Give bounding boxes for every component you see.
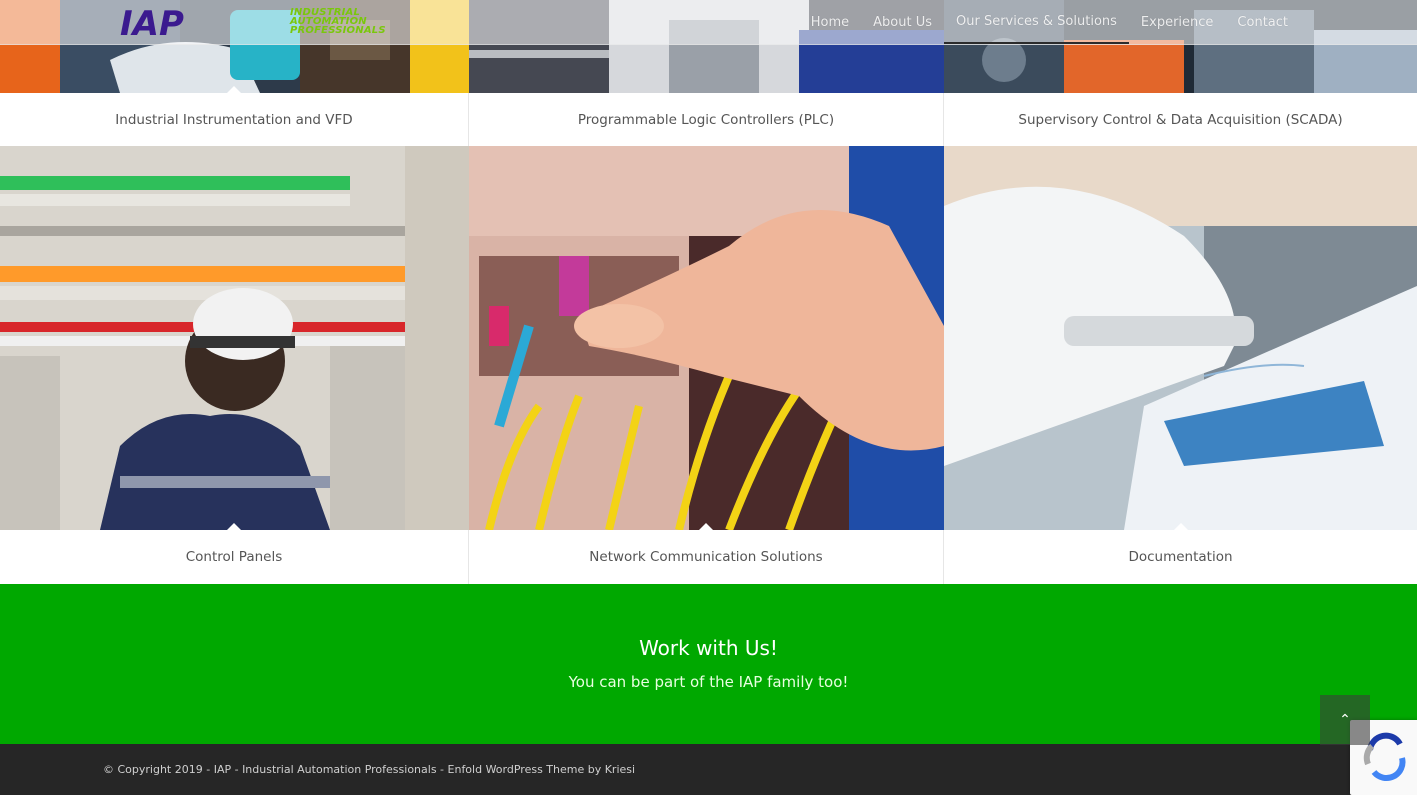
caption-notch — [227, 523, 241, 530]
service-label[interactable]: Documentation — [1128, 549, 1232, 565]
cta-subtitle: You can be part of the IAP family too! — [568, 673, 849, 691]
logo-tagline: INDUSTRIAL AUTOMATION PROFESSIONALS — [290, 8, 386, 36]
nav-contact[interactable]: Contact — [1225, 0, 1300, 45]
service-image-control-panels[interactable] — [0, 146, 469, 530]
service-label[interactable]: Industrial Instrumentation and VFD — [115, 112, 352, 128]
service-label[interactable]: Network Communication Solutions — [589, 549, 822, 565]
copyright: © Copyright 2019 - IAP - Industrial Auto… — [103, 763, 448, 776]
caption-notch — [1173, 523, 1188, 530]
service-image-documentation[interactable] — [944, 146, 1417, 530]
logo-mark: IAP — [120, 4, 184, 40]
work-with-us-section: Work with Us! You can be part of the IAP… — [0, 584, 1417, 744]
chevron-up-icon: ⌃ — [1339, 712, 1351, 728]
nav-experience[interactable]: Experience — [1129, 0, 1226, 45]
caption-notch — [227, 86, 241, 93]
caption-notch — [699, 523, 713, 530]
site-footer: © Copyright 2019 - IAP - Industrial Auto… — [0, 744, 1417, 795]
service-caption-control-panels[interactable]: Control Panels — [0, 523, 469, 584]
nav-services[interactable]: Our Services & Solutions — [944, 1, 1129, 44]
cta-title: Work with Us! — [639, 636, 778, 660]
network-photo — [469, 146, 944, 530]
main-nav: Home About Us Our Services & Solutions E… — [799, 0, 1300, 45]
logo-line-3: PROFESSIONALS — [290, 25, 386, 36]
nav-home[interactable]: Home — [799, 0, 861, 45]
service-caption-scada[interactable]: Supervisory Control & Data Acquisition (… — [944, 93, 1417, 146]
theme-credit-link[interactable]: Enfold WordPress Theme by Kriesi — [448, 763, 636, 776]
service-caption-network[interactable]: Network Communication Solutions — [469, 523, 944, 584]
page: Industrial Instrumentation and VFD Progr… — [0, 0, 1417, 795]
nav-about-us[interactable]: About Us — [861, 0, 944, 45]
service-label[interactable]: Supervisory Control & Data Acquisition (… — [1018, 112, 1342, 128]
site-logo[interactable]: IAP INDUSTRIAL AUTOMATION PROFESSIONALS — [120, 4, 430, 44]
iap-logo-mark: IAP — [120, 4, 184, 44]
service-label[interactable]: Programmable Logic Controllers (PLC) — [578, 112, 834, 128]
control-panels-photo — [0, 146, 469, 530]
site-header: IAP INDUSTRIAL AUTOMATION PROFESSIONALS … — [0, 0, 1417, 45]
documentation-photo — [944, 146, 1417, 530]
service-caption-instrumentation[interactable]: Industrial Instrumentation and VFD — [0, 86, 469, 146]
scroll-to-top-button[interactable]: ⌃ — [1320, 695, 1370, 745]
service-label[interactable]: Control Panels — [186, 549, 283, 565]
service-caption-documentation[interactable]: Documentation — [944, 523, 1417, 584]
copyright-text: © Copyright 2019 - IAP - Industrial Auto… — [103, 763, 635, 776]
service-caption-plc[interactable]: Programmable Logic Controllers (PLC) — [469, 93, 944, 146]
service-image-network[interactable] — [469, 146, 944, 530]
